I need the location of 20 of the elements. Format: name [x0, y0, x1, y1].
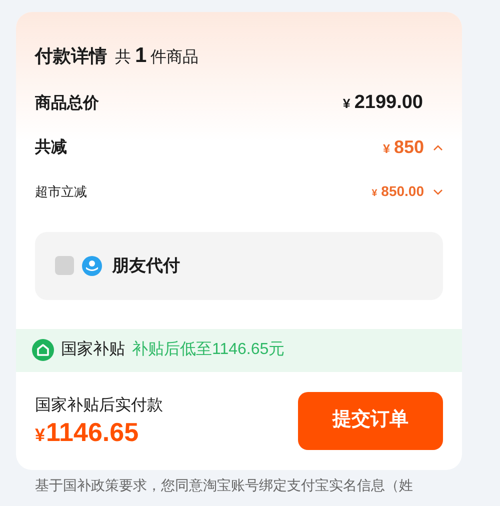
collapse-icon[interactable] [433, 142, 443, 152]
item-count: 共 1 件商品 [115, 43, 199, 69]
submit-order-button[interactable]: 提交订单 [298, 392, 443, 450]
title: 付款详情 [35, 45, 107, 68]
amount-value: ¥ 850 [382, 136, 424, 159]
subsidy-label: 国家补贴 [61, 340, 125, 360]
row-label: 商品总价 [35, 93, 99, 114]
home-icon [32, 339, 54, 361]
friend-pay-label: 朋友代付 [112, 254, 180, 277]
pay-label: 国家补贴后实付款 [35, 396, 163, 416]
row-label: 共减 [35, 138, 67, 158]
pay-amount: ¥1146.65 [35, 418, 140, 447]
checkbox[interactable] [55, 256, 74, 275]
friend-pay-icon [82, 256, 102, 276]
row-label: 超市立减 [35, 182, 87, 201]
notice-text: 基于国补政策要求，您同意淘宝账号绑定支付宝实名信息（姓 [35, 476, 414, 494]
subsidy-note: 补贴后低至1146.65元 [132, 340, 285, 360]
expand-icon[interactable] [433, 186, 443, 196]
amount-value: ¥ 2199.00 [342, 91, 423, 116]
amount-value: ¥ 850.00 [372, 182, 424, 201]
